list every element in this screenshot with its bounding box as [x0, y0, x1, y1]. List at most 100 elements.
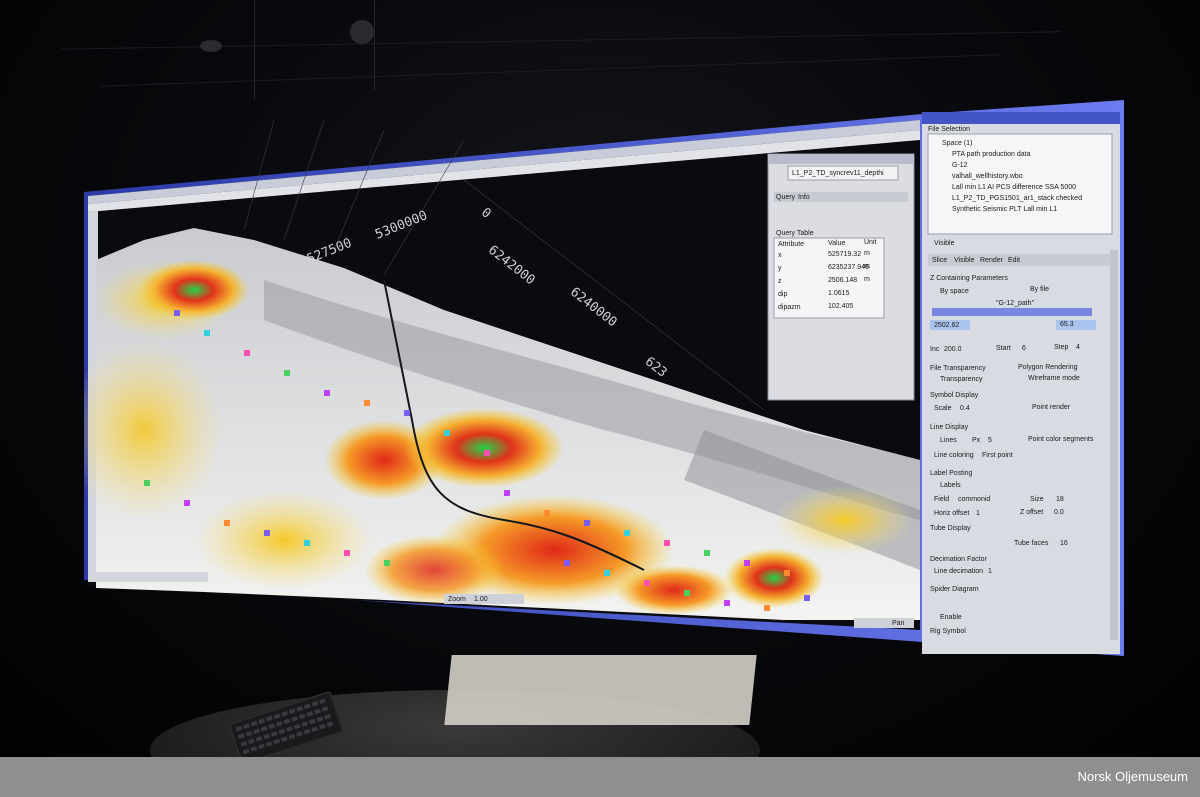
keyboard-key — [306, 711, 314, 717]
well-marker — [264, 530, 270, 536]
z-value-right[interactable]: 65.3 — [1060, 321, 1074, 328]
horiz-offset-field[interactable]: 1 — [976, 510, 980, 517]
well-marker — [284, 370, 290, 376]
well-marker — [304, 540, 310, 546]
zoom-field[interactable]: 1.00 — [474, 596, 488, 603]
keyboard-key — [308, 718, 316, 725]
line-coloring-select[interactable]: First point — [982, 452, 1013, 459]
keyboard-key — [303, 728, 311, 735]
visible-checkbox[interactable]: Visible — [934, 240, 955, 247]
query-table-titlebar — [768, 154, 914, 164]
keyboard-key — [242, 748, 250, 755]
wireframe-checkbox[interactable]: Wireframe mode — [1028, 375, 1080, 382]
rig-symbol-label: Rig Symbol — [930, 628, 966, 635]
query-file-name[interactable]: L1_P2_TD_syncrev11_depthi — [792, 170, 884, 177]
zoom-label: Zoom — [448, 596, 466, 603]
well-marker — [784, 570, 790, 576]
keyboard-key — [245, 730, 253, 737]
keyboard-key — [288, 708, 296, 715]
point-color-segments-checkbox[interactable]: Point color segments — [1028, 436, 1093, 443]
keyboard-key — [326, 721, 334, 728]
photo-scene: 6242000 6240000 5300000 527500 623 0 L1_… — [0, 0, 1200, 757]
keyboard-key — [270, 731, 278, 737]
line-decimation-field[interactable]: 1 — [988, 568, 992, 575]
line-display-label: Line Display — [930, 424, 969, 431]
keyboard-key — [237, 733, 245, 740]
keyboard-key — [268, 723, 276, 730]
inc-field[interactable]: 200.0 — [944, 346, 962, 353]
tube-display-label: Tube Display — [930, 525, 971, 532]
keyboard-key — [250, 746, 258, 752]
keyboard-key — [250, 720, 258, 727]
tube-faces-label: Tube faces — [1014, 540, 1049, 547]
step-label: Step — [1054, 344, 1069, 351]
tree-item[interactable]: PTA path production data — [952, 151, 1030, 158]
well-marker — [644, 580, 650, 586]
z-offset-field[interactable]: 0.0 — [1054, 509, 1064, 516]
well-marker — [224, 520, 230, 526]
ceiling-wire — [374, 0, 375, 90]
status-strip — [88, 572, 208, 582]
enable-checkbox[interactable]: Enable — [940, 614, 962, 621]
scale-field[interactable]: 0.4 — [960, 405, 970, 412]
keyboard-key — [313, 708, 321, 715]
radio-by-file[interactable]: By file — [1030, 286, 1049, 293]
line-decimation-label: Line decimation — [934, 568, 984, 575]
well-marker — [624, 530, 630, 536]
query-cell: z — [778, 278, 782, 285]
line-coloring-label: Line coloring — [934, 452, 974, 459]
keyboard-key — [275, 721, 283, 727]
tree-item[interactable]: Lall min L1 AI PCS difference SSA 5000 — [952, 184, 1076, 191]
well-marker — [484, 450, 490, 456]
file-transparency-label: File Transparency — [930, 365, 986, 372]
z-value-left[interactable]: 2502.62 — [934, 322, 959, 329]
labels-checkbox[interactable]: Labels — [940, 482, 961, 489]
tab-query[interactable]: Query — [776, 194, 795, 201]
query-cell: 6235237.946 — [828, 264, 869, 271]
query-cell: y — [778, 265, 782, 272]
field-select[interactable]: commonid — [958, 496, 990, 503]
tab-visible[interactable]: Visible — [954, 257, 975, 264]
step-field[interactable]: 4 — [1076, 344, 1080, 351]
tree-item[interactable]: valhall_wellhistory.wbo — [952, 173, 1023, 180]
keyboard-key — [298, 713, 306, 720]
well-marker — [584, 520, 590, 526]
tree-item[interactable]: Synthetic Seismic PLT Lall min L1 — [952, 206, 1057, 213]
tab-info[interactable]: Info — [798, 194, 810, 201]
tab-render[interactable]: Render — [980, 257, 1003, 264]
caption-bar: Norsk Oljemuseum — [0, 757, 1200, 797]
tree-item[interactable]: Space (1) — [942, 140, 972, 147]
point-render-button[interactable]: Point render — [1032, 404, 1070, 411]
ceiling-grid-line — [100, 54, 1000, 87]
amplitude-blob — [194, 490, 374, 590]
keyboard-key — [303, 703, 311, 710]
tab-slice[interactable]: Slice — [932, 257, 947, 264]
query-cell: dip — [778, 291, 788, 298]
well-marker — [204, 330, 210, 336]
label-posting-label: Label Posting — [930, 470, 973, 477]
well-marker — [664, 540, 670, 546]
pan-control — [854, 618, 914, 628]
keyboard-key — [258, 743, 265, 750]
lines-checkbox[interactable]: Lines — [940, 437, 957, 444]
z-file-name: "G-12_path" — [996, 300, 1035, 307]
keyboard-key — [301, 721, 309, 727]
tube-faces-select[interactable]: 16 — [1060, 540, 1068, 547]
tab-edit[interactable]: Edit — [1008, 257, 1020, 264]
museum-credit: Norsk Oljemuseum — [1077, 769, 1188, 784]
keyboard-key — [316, 716, 324, 722]
size-field[interactable]: 18 — [1056, 496, 1064, 503]
keyboard-key — [278, 728, 286, 735]
ceiling-light — [200, 40, 222, 52]
radio-by-space[interactable]: By space — [940, 288, 969, 295]
well-marker — [144, 480, 150, 486]
wall-display: 6242000 6240000 5300000 527500 623 0 L1_… — [84, 100, 1124, 660]
px-select[interactable]: 5 — [988, 437, 992, 444]
transparency-checkbox[interactable]: Transparency — [940, 376, 983, 383]
well-marker — [364, 400, 370, 406]
decimation-factor-label: Decimation Factor — [930, 556, 987, 563]
control-panel-titlebar — [922, 112, 1120, 124]
start-field[interactable]: 6 — [1022, 345, 1026, 352]
tree-item[interactable]: G-12 — [952, 162, 968, 169]
tree-item[interactable]: L1_P2_TD_PGS1501_ar1_stack checked — [952, 195, 1082, 202]
